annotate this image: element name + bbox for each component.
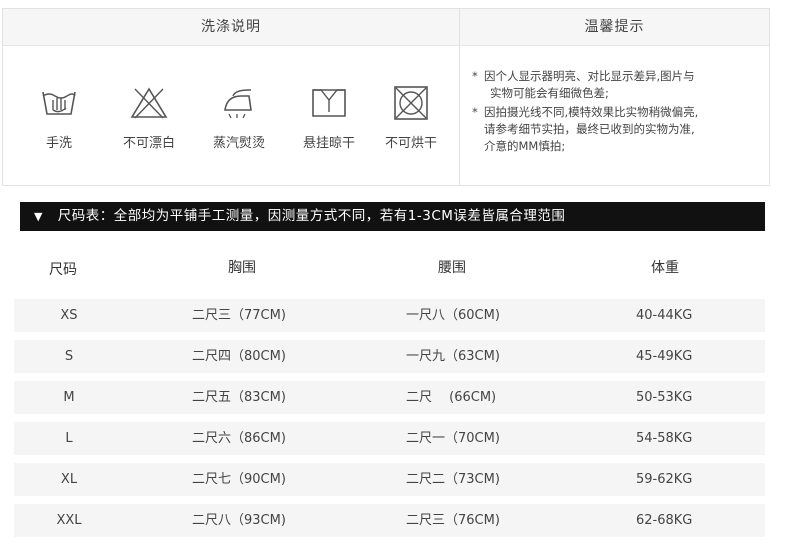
table-row: S 二尺四（80CM) 一尺九（63CM) 45-49KG bbox=[14, 340, 765, 373]
table-row: XS 二尺三（77CM) 一尺八（60CM) 40-44KG bbox=[14, 299, 765, 332]
care-item-hang-dry: 悬挂晾干 bbox=[289, 86, 369, 151]
header-chest: 胸围 bbox=[228, 260, 256, 276]
care-instructions-title: 洗涤说明 bbox=[3, 9, 459, 46]
header-size: 尺码 bbox=[49, 262, 77, 278]
care-item-hand-wash: 手洗 bbox=[19, 86, 99, 151]
tip-item: * 因个人显示器明亮、对比显示差异,图片与 实物可能会有细微色差; bbox=[472, 69, 695, 100]
care-instructions-panel: 洗涤说明 手洗 不可漂白 蒸汽熨烫 悬挂晾干 不可烘干 bbox=[3, 9, 460, 185]
tip-item: * 因拍摄光线不同,模特效果比实物稍微偏亮, 请参考细节实拍，最终已收到的实物为… bbox=[472, 105, 699, 153]
hang-dry-icon bbox=[312, 89, 346, 117]
tips-panel: 温馨提示 * 因个人显示器明亮、对比显示差异,图片与 实物可能会有细微色差; *… bbox=[460, 9, 769, 185]
size-chart-banner: ▼ 尺码表：全部均为平铺手工测量，因测量方式不同，若有1-3CM误差皆属合理范围 bbox=[20, 202, 765, 231]
table-row: XL 二尺七（90CM) 二尺二（73CM) 59-62KG bbox=[14, 463, 765, 496]
care-item-no-tumble-dry: 不可烘干 bbox=[371, 86, 451, 151]
steam-iron-icon bbox=[224, 89, 252, 119]
care-item-steam-iron: 蒸汽熨烫 bbox=[199, 86, 279, 151]
table-row: L 二尺六（86CM) 二尺一（70CM) 54-58KG bbox=[14, 422, 765, 455]
hand-wash-icon bbox=[42, 91, 76, 115]
no-bleach-icon bbox=[130, 87, 168, 119]
no-tumble-dry-icon bbox=[394, 86, 428, 120]
table-row: M 二尺五（83CM) 二尺 (66CM) 50-53KG bbox=[14, 381, 765, 414]
care-icons: 手洗 不可漂白 蒸汽熨烫 悬挂晾干 不可烘干 bbox=[3, 46, 459, 186]
header-weight: 体重 bbox=[651, 260, 679, 276]
size-table-header: 尺码 胸围 腰围 体重 bbox=[0, 257, 790, 279]
care-item-no-bleach: 不可漂白 bbox=[109, 86, 189, 151]
tips-list: * 因个人显示器明亮、对比显示差异,图片与 实物可能会有细微色差; * 因拍摄光… bbox=[460, 46, 769, 155]
table-row: XXL 二尺八（93CM) 二尺三（76CM) 62-68KG bbox=[14, 504, 765, 537]
tips-title: 温馨提示 bbox=[460, 9, 769, 46]
triangle-down-icon: ▼ bbox=[34, 210, 43, 223]
care-info-box: 洗涤说明 手洗 不可漂白 蒸汽熨烫 悬挂晾干 不可烘干 温馨提示 * 因个人显示… bbox=[2, 8, 770, 186]
size-chart-note: 尺码表：全部均为平铺手工测量，因测量方式不同，若有1-3CM误差皆属合理范围 bbox=[57, 208, 566, 224]
header-waist: 腰围 bbox=[438, 260, 466, 276]
